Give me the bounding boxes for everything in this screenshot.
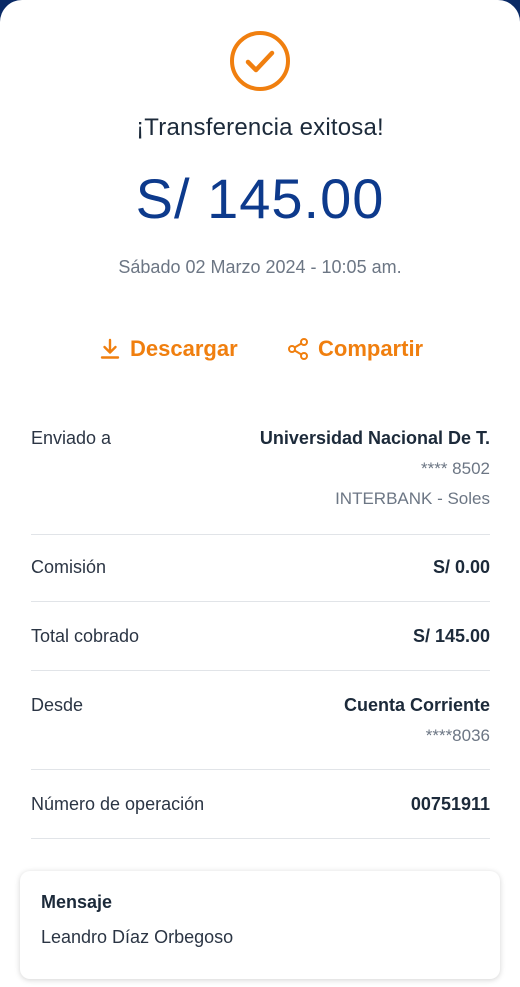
detail-row-source: Desde Cuenta Corriente ****8036 [31,695,490,751]
receipt-sheet: ¡Transferencia exitosa! S/ 145.00 Sábado… [0,0,520,987]
divider [31,769,490,770]
message-body: Leandro Díaz Orbegoso [41,927,234,947]
share-label: Compartir [318,336,424,361]
transfer-date: Sábado 02 Marzo 2024 - 10:05 am. [118,257,402,277]
source-account-type: Cuenta Corriente [343,695,490,715]
download-label: Descargar [130,336,238,361]
download-button[interactable]: Descargar [98,336,238,362]
recipient-account: **** 8502 [420,459,490,478]
recipient-name: Universidad Nacional De T. [259,428,490,448]
message-card: Mensaje Leandro Díaz Orbegoso [20,871,500,979]
receipt-actions: Descargar Compartir [0,336,520,366]
detail-row-recipient: Enviado a Universidad Nacional De T. ***… [31,428,490,518]
divider [31,838,490,839]
source-label: Desde [31,695,84,715]
share-button[interactable]: Compartir [286,336,423,362]
total-value: S/ 145.00 [412,626,490,646]
detail-row-operation: Número de operación 00751911 [31,794,490,818]
commission-value: S/ 0.00 [432,557,490,577]
divider [31,534,490,535]
check-circle-icon [230,31,290,91]
recipient-bank: INTERBANK - Soles [335,489,490,508]
success-title: ¡Transferencia exitosa! [136,114,384,141]
operation-number: 00751911 [410,794,490,814]
message-title: Mensaje [41,892,113,912]
recipient-label: Enviado a [31,428,112,448]
commission-label: Comisión [31,557,107,577]
source-account-number: ****8036 [425,726,490,745]
operation-label: Número de operación [31,794,205,814]
transfer-amount: S/ 145.00 [135,167,385,230]
share-icon [288,338,308,360]
divider [31,601,490,602]
download-icon [100,338,120,359]
total-label: Total cobrado [31,626,140,646]
divider [31,670,490,671]
detail-row-commission: Comisión S/ 0.00 [31,557,490,581]
detail-row-total: Total cobrado S/ 145.00 [31,626,490,650]
